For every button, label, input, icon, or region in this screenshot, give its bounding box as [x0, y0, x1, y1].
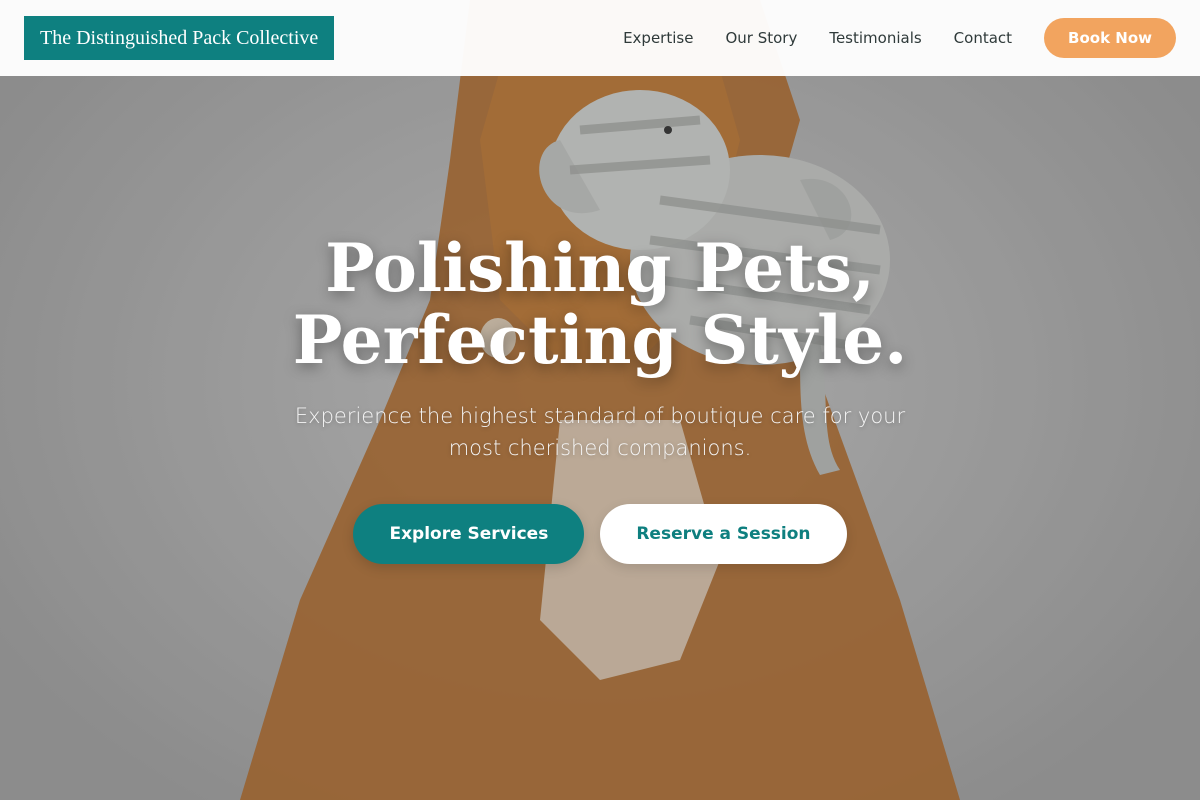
nav-link-our-story[interactable]: Our Story — [725, 29, 797, 47]
hero-content: Polishing Pets, Perfecting Style. Experi… — [0, 232, 1200, 564]
hero-subheadline: Experience the highest standard of bouti… — [294, 404, 906, 460]
explore-services-button[interactable]: Explore Services — [353, 504, 585, 564]
hero-cta-row: Explore Services Reserve a Session — [0, 504, 1200, 564]
hero-headline: Polishing Pets, Perfecting Style. — [292, 229, 908, 379]
nav-link-contact[interactable]: Contact — [954, 29, 1012, 47]
nav-link-testimonials[interactable]: Testimonials — [829, 29, 921, 47]
main-nav: Expertise Our Story Testimonials Contact… — [591, 18, 1176, 58]
nav-link-expertise[interactable]: Expertise — [623, 29, 693, 47]
book-now-button[interactable]: Book Now — [1044, 18, 1176, 58]
reserve-session-button[interactable]: Reserve a Session — [600, 504, 847, 564]
brand-logo[interactable]: The Distinguished Pack Collective — [24, 16, 335, 60]
navbar: The Distinguished Pack Collective Expert… — [0, 0, 1200, 76]
